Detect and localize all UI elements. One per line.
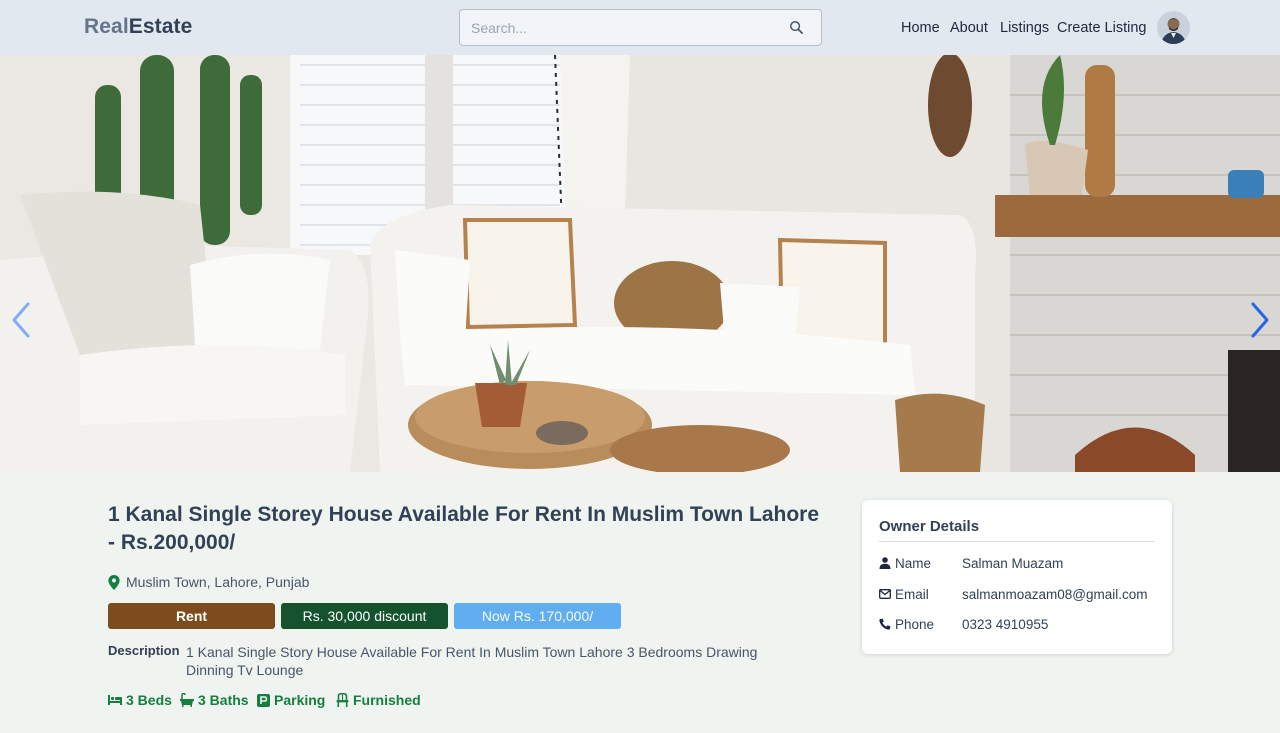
owner-details-card: Owner Details Name Salman Muazam Email s… [862, 500, 1172, 654]
nav-listings[interactable]: Listings [1000, 20, 1049, 36]
nav-about[interactable]: About [950, 20, 988, 36]
location-text: Muslim Town, Lahore, Punjab [126, 574, 310, 590]
parking-icon [257, 693, 270, 707]
bath-icon [180, 693, 194, 707]
carousel-next-button[interactable] [1247, 300, 1273, 340]
hero-image [0, 55, 1280, 472]
type-badge: Rent [108, 603, 275, 629]
logo-part-estate: Estate [128, 15, 193, 38]
nav-home[interactable]: Home [901, 20, 940, 36]
bed-icon [108, 695, 122, 705]
chevron-right-icon [1251, 302, 1269, 338]
feature-furnished-label: Furnished [353, 692, 421, 708]
nav-create-listing[interactable]: Create Listing [1057, 20, 1146, 36]
chair-icon [336, 693, 349, 707]
mail-icon [879, 589, 891, 599]
feature-furnished: Furnished [336, 692, 421, 708]
chevron-left-icon [12, 302, 30, 338]
owner-details-heading: Owner Details [879, 518, 980, 535]
listing-title: 1 Kanal Single Storey House Available Fo… [108, 503, 820, 554]
owner-phone-label: Phone [895, 617, 935, 632]
price-badge: Now Rs. 170,000/ [454, 603, 621, 629]
user-icon [879, 557, 891, 569]
feature-parking: Parking [257, 692, 325, 708]
phone-icon [879, 618, 891, 630]
card-divider [879, 541, 1155, 542]
top-header: RealEstate Home About Listings Create Li… [0, 0, 1280, 55]
user-avatar[interactable] [1157, 11, 1190, 44]
owner-phone-value[interactable]: 0323 4910955 [962, 617, 1048, 632]
hero-carousel [0, 55, 1280, 472]
logo-part-real: Real [84, 15, 129, 38]
site-logo[interactable]: RealEstate [84, 15, 192, 39]
description-label: Description [108, 643, 180, 658]
feature-parking-label: Parking [274, 692, 326, 708]
owner-name-label: Name [895, 556, 932, 571]
map-pin-icon [108, 574, 120, 590]
description-text: 1 Kanal Single Story House Available For… [186, 644, 758, 678]
discount-badge: Rs. 30,000 discount [281, 603, 448, 629]
owner-email-value[interactable]: salmanmoazam08@gmail.com [962, 587, 1148, 602]
carousel-prev-button[interactable] [8, 300, 34, 340]
feature-baths: 3 Baths [180, 692, 249, 708]
owner-name-value: Salman Muazam [962, 556, 1064, 571]
owner-email-label: Email [895, 587, 929, 602]
feature-beds-label: 3 Beds [126, 692, 172, 708]
search-input[interactable] [471, 18, 771, 38]
search-box [459, 9, 822, 46]
search-icon[interactable] [789, 20, 804, 35]
listing-location: Muslim Town, Lahore, Punjab [108, 574, 309, 590]
feature-beds: 3 Beds [108, 692, 172, 708]
feature-baths-label: 3 Baths [198, 692, 249, 708]
